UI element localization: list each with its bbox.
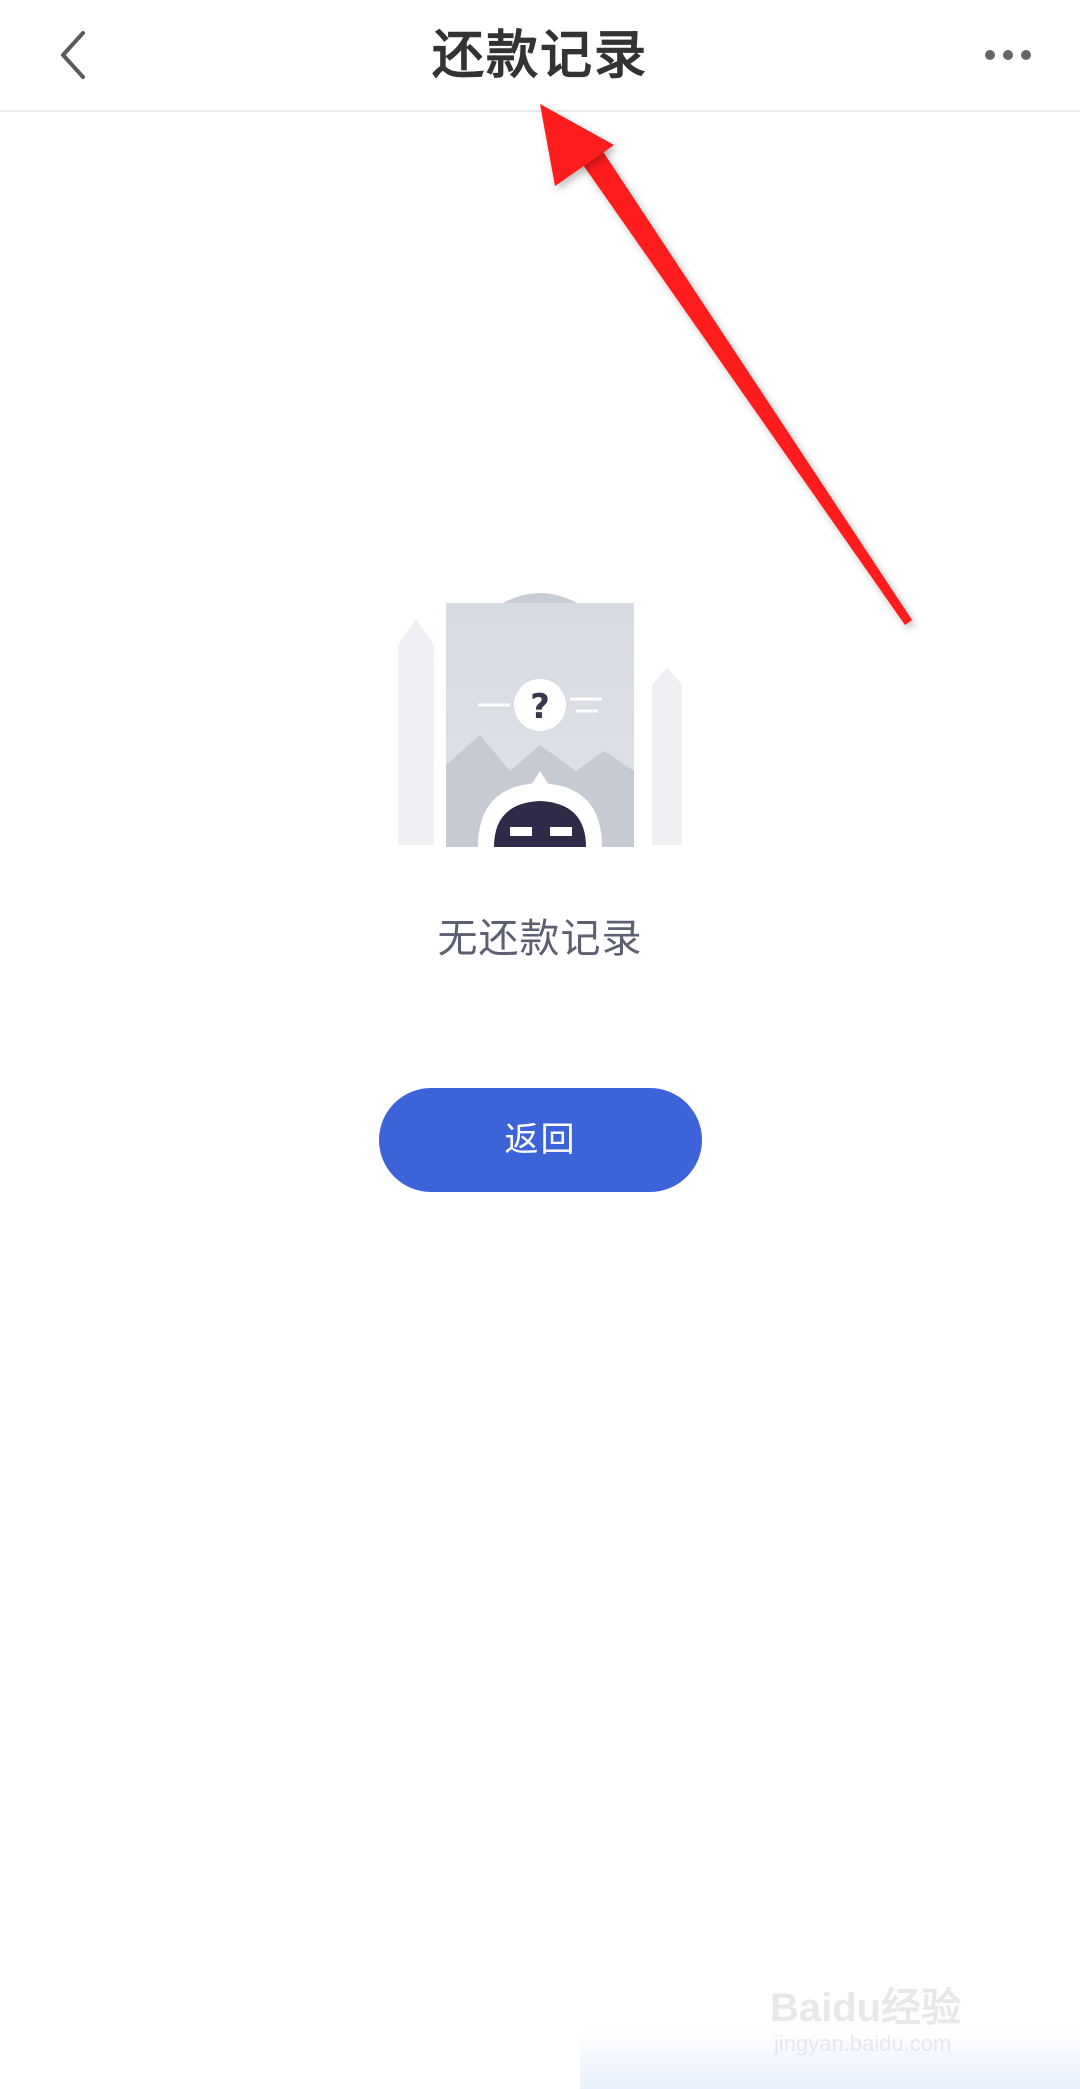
return-button[interactable]: 返回 [379, 1088, 702, 1192]
more-dots-icon [985, 50, 1031, 60]
watermark-brand: Baidu经验 [770, 1986, 962, 2030]
svg-text:?: ? [530, 687, 550, 727]
watermark-url: jingyan.baidu.com [774, 2031, 952, 2056]
empty-state-message: 无还款记录 [437, 916, 643, 962]
watermark: Baidu经验 jingyan.baidu.com [770, 1961, 1020, 2071]
page-title: 还款记录 [431, 26, 648, 86]
more-button[interactable] [968, 22, 1048, 88]
page: 还款记录 ? 无还款记录 返回 Baidu经验 jingyan.baidu.co… [0, 0, 1080, 2089]
annotation-arrow-icon [540, 104, 912, 625]
nav-bar: 还款记录 [0, 0, 1080, 112]
empty-clipboard-question-icon: ? [398, 593, 682, 847]
